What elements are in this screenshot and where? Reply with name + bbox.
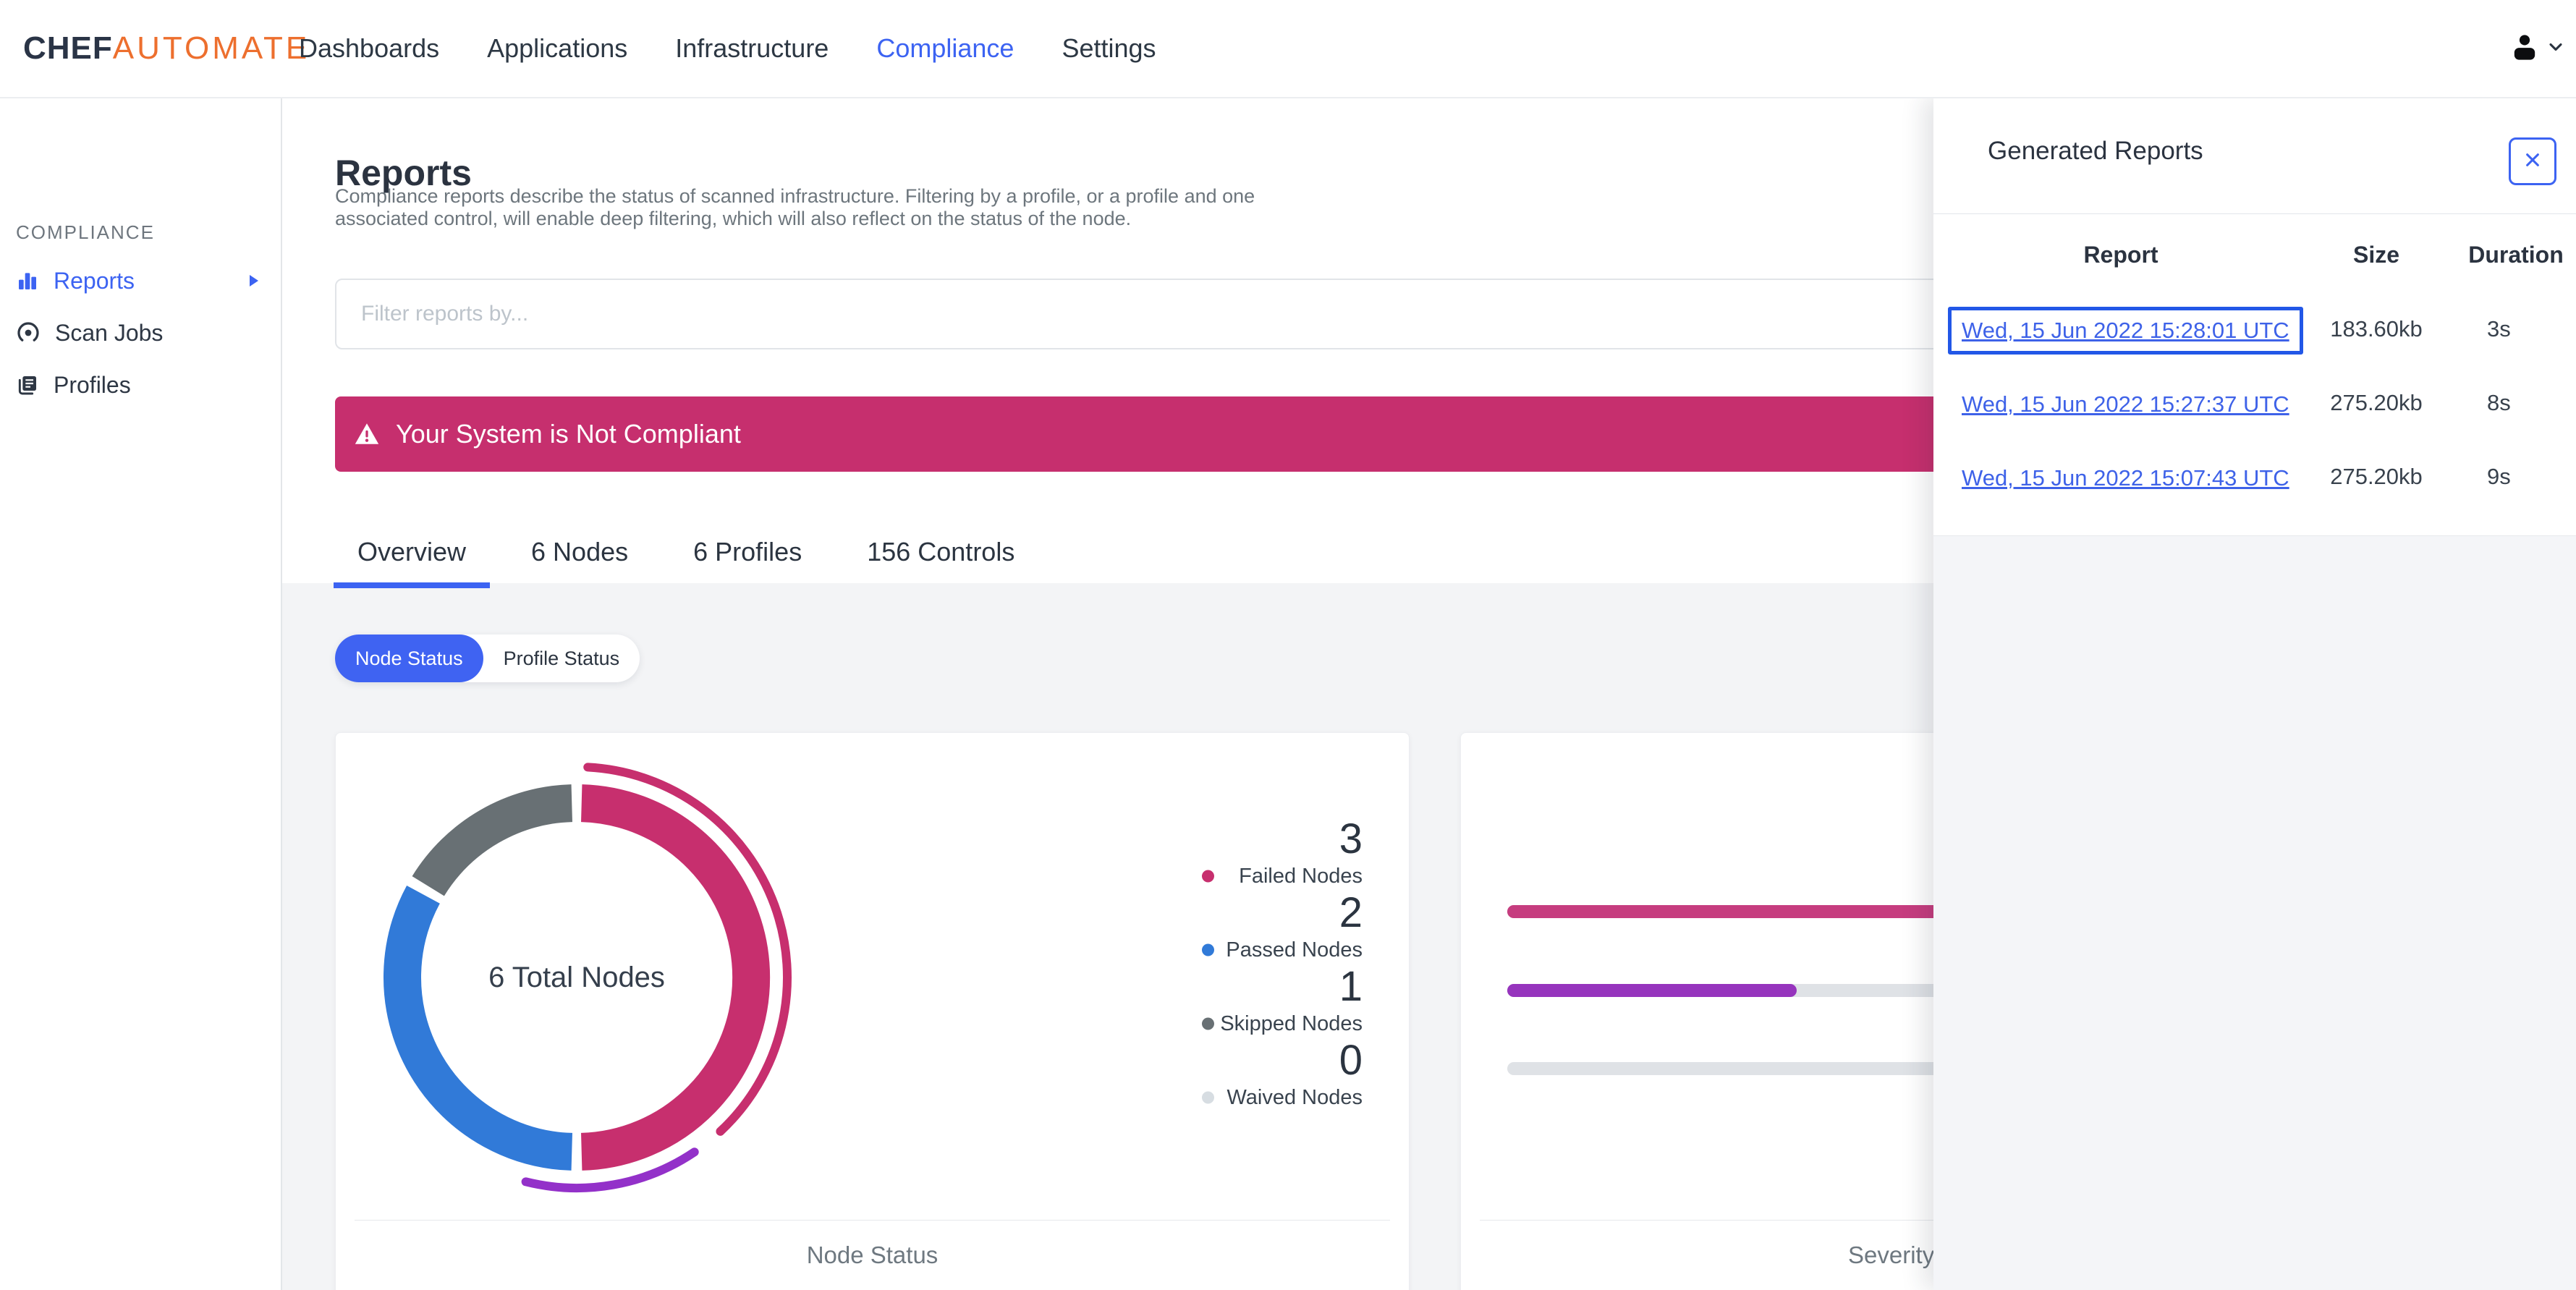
- tab-overview[interactable]: Overview: [334, 521, 491, 588]
- report-row: Wed, 15 Jun 2022 15:28:01 UTC 183.60kb 3s: [1933, 307, 2576, 355]
- sidebar-item-reports[interactable]: Reports: [0, 255, 281, 307]
- report-row: Wed, 15 Jun 2022 15:07:43 UTC 275.20kb 9s: [1933, 454, 2576, 499]
- report-link[interactable]: Wed, 15 Jun 2022 15:07:43 UTC: [1948, 454, 2303, 502]
- sidebar-item-profiles[interactable]: Profiles: [0, 359, 281, 411]
- report-row: Wed, 15 Jun 2022 15:27:37 UTC 275.20kb 8s: [1933, 381, 2576, 425]
- banner-text: Your System is Not Compliant: [396, 419, 741, 449]
- page-description: Compliance reports describe the status o…: [335, 185, 1255, 229]
- node-status-donut-chart: 6 Total Nodes: [338, 739, 815, 1216]
- tab-6-nodes[interactable]: 6 Nodes: [507, 521, 652, 588]
- severity-bar-fill-1: [1507, 984, 1797, 997]
- legend-label: Skipped Nodes: [1220, 1011, 1363, 1035]
- warning-icon: [354, 421, 380, 447]
- report-duration: 3s: [2487, 316, 2511, 341]
- legend-dot: [1202, 1091, 1214, 1104]
- column-header-size: Size: [2352, 242, 2400, 268]
- legend-label: Passed Nodes: [1226, 938, 1363, 962]
- column-header-duration: Duration: [2468, 242, 2564, 268]
- card-divider: [355, 1220, 1390, 1221]
- node-status-card: 6 Total Nodes 3 Failed Nodes 2 Passed Nodes…: [335, 732, 1410, 1290]
- legend-label: Failed Nodes: [1239, 864, 1363, 888]
- status-toggle: Node Status Profile Status: [335, 635, 640, 682]
- legend-item-waived-nodes: 0 Waived Nodes: [1196, 1038, 1363, 1112]
- nav-item-infrastructure[interactable]: Infrastructure: [675, 33, 829, 64]
- nav-menu: Dashboards Applications Infrastructure Comp…: [299, 0, 1156, 97]
- legend-item-skipped-nodes: 1 Skipped Nodes: [1196, 964, 1363, 1038]
- legend-item-passed-nodes: 2 Passed Nodes: [1196, 891, 1363, 964]
- legend-value: 2: [1339, 889, 1363, 936]
- legend-value: 3: [1339, 815, 1363, 862]
- sidebar-items: Reports Scan Jobs Profiles: [0, 255, 281, 411]
- legend-value: 0: [1339, 1037, 1363, 1084]
- sidebar: COMPLIANCE Reports Scan Jobs Profiles: [0, 97, 282, 1290]
- nav-item-dashboards[interactable]: Dashboards: [299, 33, 439, 64]
- nav-user-area[interactable]: [2508, 0, 2566, 97]
- profiles-icon: [16, 373, 39, 396]
- arrow-right-icon: [245, 272, 262, 289]
- nav-item-compliance[interactable]: Compliance: [876, 33, 1014, 64]
- donut-legend: 3 Failed Nodes 2 Passed Nodes 1 Skipped Nodes…: [1196, 817, 1363, 1112]
- report-duration: 8s: [2487, 390, 2511, 415]
- scan-jobs-icon: [16, 321, 41, 345]
- severity-chart-title: Severity: [1848, 1242, 1935, 1268]
- generated-reports-panel: Generated Reports Report Size Duration W…: [1933, 97, 2576, 1290]
- top-nav: CHEF AUTOMATE Dashboards Applications Infra…: [0, 0, 2576, 98]
- donut-center-label: 6 Total Nodes: [488, 961, 665, 993]
- legend-dot: [1202, 870, 1214, 883]
- report-link[interactable]: Wed, 15 Jun 2022 15:28:01 UTC: [1948, 307, 2303, 355]
- brand-logo[interactable]: CHEF AUTOMATE: [23, 0, 310, 97]
- report-duration: 9s: [2487, 464, 2511, 489]
- legend-item-failed-nodes: 3 Failed Nodes: [1196, 817, 1363, 891]
- panel-header-divider: [1933, 213, 2576, 214]
- legend-value: 1: [1339, 963, 1363, 1010]
- sidebar-item-label: Reports: [54, 267, 135, 294]
- report-size: 183.60kb: [2330, 316, 2423, 341]
- sidebar-item-label: Scan Jobs: [55, 319, 164, 346]
- node-status-chart-title: Node Status: [806, 1242, 939, 1268]
- sidebar-section-label: COMPLIANCE: [16, 221, 155, 243]
- reports-table-header: Report Size Duration: [1933, 234, 2576, 275]
- user-icon[interactable]: [2508, 30, 2541, 67]
- column-header-report: Report: [2083, 242, 2158, 268]
- report-size: 275.20kb: [2330, 390, 2423, 415]
- toggle-node-status[interactable]: Node Status: [335, 635, 483, 682]
- panel-title: Generated Reports: [1988, 137, 2203, 165]
- legend-dot: [1202, 943, 1214, 956]
- tab-6-profiles[interactable]: 6 Profiles: [669, 521, 826, 588]
- report-link[interactable]: Wed, 15 Jun 2022 15:27:37 UTC: [1948, 381, 2303, 428]
- panel-close-button[interactable]: [2509, 137, 2556, 185]
- nav-item-applications[interactable]: Applications: [487, 33, 627, 64]
- bar-chart-icon: [16, 269, 39, 292]
- tab-156-controls[interactable]: 156 Controls: [843, 521, 1038, 588]
- nav-item-settings[interactable]: Settings: [1062, 33, 1156, 64]
- toggle-profile-status[interactable]: Profile Status: [483, 635, 640, 682]
- brand-automate: AUTOMATE: [112, 30, 310, 66]
- sidebar-item-label: Profiles: [54, 371, 131, 398]
- report-size: 275.20kb: [2330, 464, 2423, 489]
- legend-dot: [1202, 1017, 1214, 1030]
- brand-chef: CHEF: [23, 30, 113, 66]
- chef-automate-app: CHEF AUTOMATE Dashboards Applications Infra…: [0, 0, 2576, 1290]
- report-tabs: Overview 6 Nodes 6 Profiles 156 Controls: [334, 521, 1038, 588]
- chevron-down-icon[interactable]: [2546, 37, 2566, 61]
- legend-label: Waived Nodes: [1226, 1085, 1363, 1109]
- sidebar-item-scan-jobs[interactable]: Scan Jobs: [0, 307, 281, 359]
- close-icon: [2521, 148, 2544, 175]
